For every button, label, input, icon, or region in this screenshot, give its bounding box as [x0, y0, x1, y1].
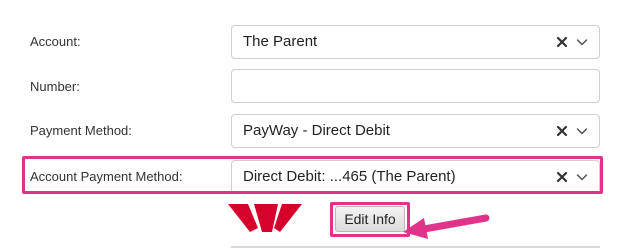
account-select-value: The Parent — [243, 33, 318, 50]
westpac-logo-icon — [228, 204, 302, 232]
clear-x-icon[interactable] — [555, 124, 569, 138]
account-payment-method-select-value: Direct Debit: ...465 (The Parent) — [243, 168, 456, 185]
chevron-down-icon[interactable] — [575, 124, 589, 138]
number-input[interactable] — [231, 69, 600, 103]
number-label: Number: — [30, 79, 80, 94]
chevron-down-icon[interactable] — [575, 170, 589, 184]
payment-method-select-value: PayWay - Direct Debit — [243, 122, 390, 139]
account-select[interactable]: The Parent — [231, 25, 600, 59]
account-payment-method-select[interactable]: Direct Debit: ...465 (The Parent) — [231, 160, 600, 194]
account-label: Account: — [30, 34, 81, 49]
payment-method-label: Payment Method: — [30, 123, 132, 138]
clear-x-icon[interactable] — [555, 170, 569, 184]
annotation-arrow-icon — [403, 214, 490, 239]
account-payment-method-label: Account Payment Method: — [30, 169, 183, 184]
payment-method-select[interactable]: PayWay - Direct Debit — [231, 114, 600, 148]
clear-x-icon[interactable] — [555, 35, 569, 49]
chevron-down-icon[interactable] — [575, 35, 589, 49]
edit-info-button[interactable]: Edit Info — [335, 206, 405, 232]
